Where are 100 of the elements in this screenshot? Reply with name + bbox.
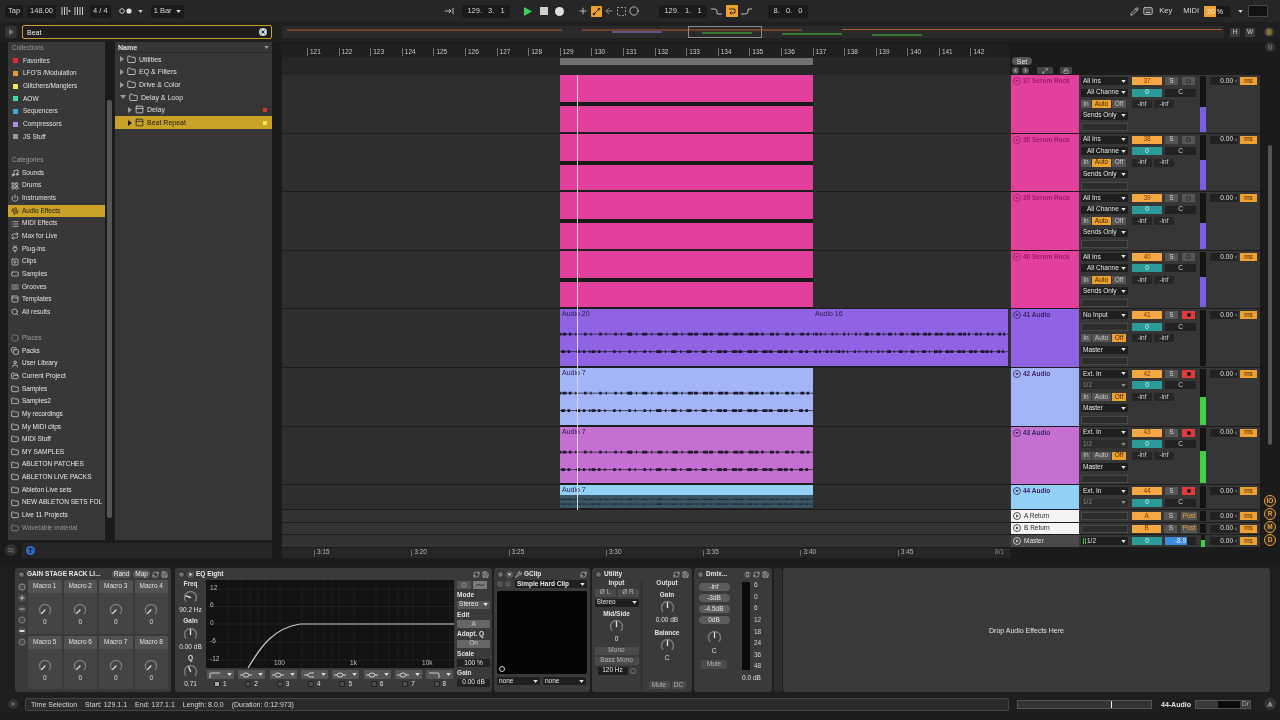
disclosure-triangle-icon[interactable]: [128, 106, 132, 113]
filter-type-dropdown[interactable]: [332, 670, 360, 679]
knob[interactable]: [659, 638, 675, 653]
refresh-icon[interactable]: [673, 570, 680, 578]
bars-icon[interactable]: [74, 7, 85, 15]
minus-icon[interactable]: [17, 605, 26, 613]
bars-icon[interactable]: [61, 7, 72, 15]
chevrons-icon[interactable]: [744, 570, 751, 578]
plus-icon[interactable]: [578, 6, 588, 16]
filter-type-dropdown[interactable]: [269, 670, 297, 679]
folder-icon: [11, 372, 19, 381]
menu-icon[interactable]: [1264, 27, 1274, 37]
arm-button[interactable]: [1182, 487, 1195, 496]
filter-type-dropdown[interactable]: [206, 670, 234, 679]
band-toggle[interactable]: [308, 681, 315, 688]
scrollbar-thumb[interactable]: [107, 100, 112, 518]
record-dot-icon: [1186, 430, 1191, 435]
pencil-icon[interactable]: [1130, 6, 1140, 16]
save-icon[interactable]: [682, 570, 689, 578]
device-toggle[interactable]: [178, 570, 185, 578]
keyboard-icon[interactable]: [1143, 6, 1154, 16]
wrench-icon[interactable]: [515, 570, 522, 578]
frame-icon[interactable]: [617, 6, 626, 16]
knob[interactable]: [183, 589, 199, 605]
play-icon[interactable]: [5, 26, 17, 38]
fold-circle-icon[interactable]: [1013, 487, 1021, 496]
expand-button[interactable]: [1037, 67, 1053, 74]
punch-out-icon[interactable]: [741, 7, 752, 15]
fold-circle-icon[interactable]: [1013, 428, 1021, 437]
play-circle-icon[interactable]: [1013, 524, 1021, 533]
disclosure-triangle-icon[interactable]: [120, 56, 124, 63]
save-icon[interactable]: [762, 570, 769, 578]
wave-icon[interactable]: [473, 581, 488, 589]
scrollbar-thumb[interactable]: [1268, 145, 1272, 445]
disclosure-triangle-icon[interactable]: [128, 119, 132, 126]
resize-handle[interactable]: [774, 568, 782, 692]
knob[interactable]: [183, 626, 199, 642]
ring-icon[interactable]: [457, 581, 472, 589]
triangle-down-icon[interactable]: [506, 570, 513, 578]
play-icon[interactable]: [187, 570, 194, 578]
arm-button[interactable]: [1182, 369, 1195, 378]
arrow-right-icon[interactable]: [1022, 67, 1029, 74]
midi-clip[interactable]: [560, 250, 813, 309]
device-toggle[interactable]: [595, 570, 602, 578]
filter-type-dropdown[interactable]: [395, 670, 423, 679]
band-toggle[interactable]: [370, 681, 377, 688]
knob[interactable]: [183, 663, 199, 679]
play-icon[interactable]: [8, 699, 18, 709]
two-dots-icon[interactable]: [118, 8, 133, 14]
midi-clip[interactable]: [560, 133, 813, 192]
knob[interactable]: [706, 630, 722, 645]
device-toggle[interactable]: [18, 570, 25, 578]
arm-button[interactable]: [1182, 311, 1195, 320]
knob[interactable]: [659, 600, 675, 615]
clear-icon[interactable]: [259, 28, 267, 36]
play-circle-icon[interactable]: [1013, 511, 1021, 520]
refresh-icon[interactable]: [580, 570, 587, 578]
filter-type-dropdown[interactable]: [426, 670, 454, 679]
arm-button[interactable]: [1182, 428, 1195, 437]
lock-button[interactable]: [1060, 67, 1072, 74]
connected-dots-icon[interactable]: [591, 5, 602, 17]
filter-type-dropdown[interactable]: [300, 670, 328, 679]
punch-in-icon[interactable]: [711, 7, 722, 15]
fold-circle-icon[interactable]: [1013, 311, 1021, 320]
band-toggle[interactable]: [339, 681, 346, 688]
band-toggle[interactable]: [276, 681, 283, 688]
ring-icon[interactable]: [17, 583, 26, 591]
folder-icon: [11, 460, 19, 469]
arrow-up-circle-icon[interactable]: [26, 545, 35, 555]
arrow-left-icon[interactable]: [1012, 67, 1019, 74]
overview-viewport[interactable]: [688, 26, 762, 38]
disclosure-triangle-icon[interactable]: [120, 68, 124, 75]
refresh-icon[interactable]: [753, 570, 760, 578]
device-toggle[interactable]: [697, 570, 704, 578]
midi-clip[interactable]: [560, 192, 813, 250]
save-icon[interactable]: [161, 570, 168, 578]
triangle-icon[interactable]: [1264, 698, 1276, 710]
disclosure-triangle-icon[interactable]: [120, 81, 124, 88]
fold-circle-icon[interactable]: [1013, 369, 1021, 378]
wave-circle-icon[interactable]: [5, 544, 17, 556]
band-toggle[interactable]: [433, 681, 440, 688]
save-icon[interactable]: [482, 570, 489, 578]
band-toggle[interactable]: [402, 681, 409, 688]
band-toggle[interactable]: [213, 681, 220, 688]
record-icon[interactable]: [555, 6, 564, 16]
bar-icon[interactable]: [17, 627, 26, 635]
disclosure-triangle-icon[interactable]: [120, 95, 126, 100]
loop-icon[interactable]: [726, 5, 738, 17]
device-toggle[interactable]: [497, 570, 504, 578]
band-toggle[interactable]: [245, 681, 252, 688]
knob[interactable]: [609, 619, 624, 634]
refresh-icon[interactable]: [473, 570, 480, 578]
plus-icon[interactable]: [17, 594, 26, 602]
filter-type-dropdown[interactable]: [238, 670, 266, 679]
arrow-right-icon[interactable]: [445, 8, 455, 14]
refresh-icon[interactable]: [152, 570, 159, 578]
arrow-left-icon[interactable]: [604, 6, 614, 16]
play-icon[interactable]: [524, 6, 532, 16]
filter-type-dropdown[interactable]: [363, 670, 391, 679]
midi-clip[interactable]: [560, 75, 813, 133]
